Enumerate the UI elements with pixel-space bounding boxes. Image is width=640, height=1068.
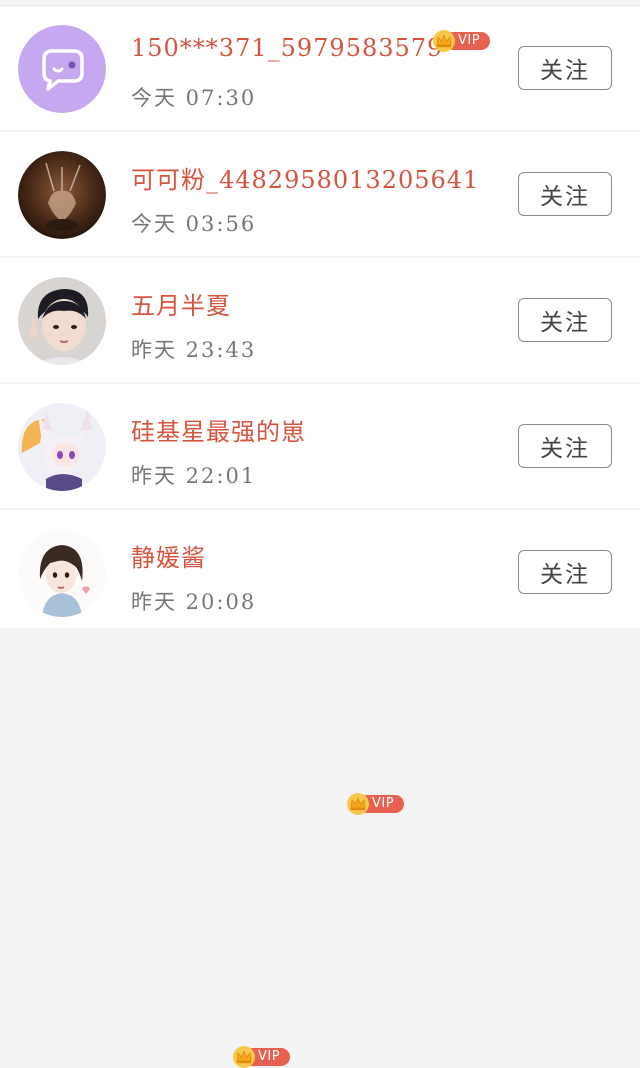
username[interactable]: 五月半夏	[131, 286, 231, 321]
crown-icon	[433, 30, 455, 52]
list-item[interactable]: 静媛酱 VIP 昨天 20:08 关注	[0, 510, 640, 1068]
avatar[interactable]	[18, 277, 106, 365]
vip-badge: VIP	[346, 793, 404, 815]
chat-bubble-avatar-icon	[18, 25, 106, 113]
avatar[interactable]	[18, 403, 106, 491]
follow-button[interactable]: 关注	[518, 172, 612, 216]
list-item[interactable]: 150***371_5979583579 VIP 今天 07:30 关注	[0, 6, 640, 130]
follow-button[interactable]: 关注	[518, 298, 612, 342]
crown-icon	[233, 1046, 255, 1068]
avatar[interactable]	[18, 529, 106, 617]
vip-badge: VIP	[432, 30, 490, 52]
avatar[interactable]	[18, 151, 106, 239]
avatar[interactable]	[18, 25, 106, 113]
timestamp: 昨天 23:43	[131, 338, 257, 362]
vip-badge: VIP	[232, 1046, 290, 1068]
list-item[interactable]: 硅基星最强的崽 VIP 昨天 22:01 关注	[0, 384, 640, 815]
timestamp: 昨天 20:08	[131, 590, 257, 614]
photo-avatar-icon	[18, 277, 106, 365]
username[interactable]: 硅基星最强的崽	[131, 412, 306, 447]
follower-list: 150***371_5979583579 VIP 今天 07:30 关注 可可粉…	[0, 0, 640, 1068]
list-item[interactable]: 可可粉_4482958013205641 VIP 今天 03:56 关注	[0, 132, 640, 304]
photo-avatar-icon	[18, 151, 106, 239]
crown-icon	[347, 793, 369, 815]
illustration-avatar-icon	[18, 529, 106, 617]
follow-button[interactable]: 关注	[518, 550, 612, 594]
timestamp: 今天 03:56	[131, 212, 257, 236]
list-item[interactable]: 五月半夏 VIP 昨天 23:43 关注	[0, 258, 640, 563]
timestamp: 今天 07:30	[131, 86, 257, 110]
username[interactable]: 150***371_5979583579	[131, 34, 443, 62]
username[interactable]: 可可粉_4482958013205641	[131, 160, 479, 195]
username[interactable]: 静媛酱	[131, 538, 206, 573]
anime-avatar-icon	[18, 403, 106, 491]
timestamp: 昨天 22:01	[131, 464, 257, 488]
follow-button[interactable]: 关注	[518, 46, 612, 90]
follow-button[interactable]: 关注	[518, 424, 612, 468]
